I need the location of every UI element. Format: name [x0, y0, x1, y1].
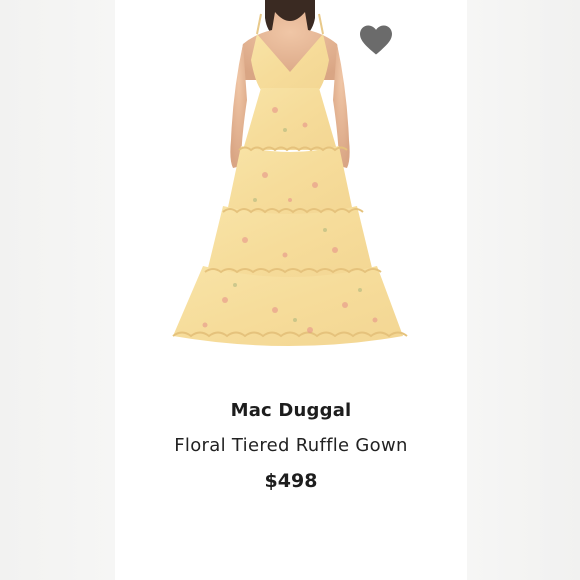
- product-card[interactable]: Mac Duggal Floral Tiered Ruffle Gown $49…: [115, 0, 467, 580]
- product-image[interactable]: [115, 0, 467, 360]
- left-backdrop: [0, 0, 115, 580]
- right-backdrop: [467, 0, 580, 580]
- product-price: $498: [264, 470, 318, 492]
- favorite-button[interactable]: [358, 24, 398, 60]
- product-info: Mac Duggal Floral Tiered Ruffle Gown $49…: [115, 400, 467, 492]
- heart-icon: [360, 25, 392, 55]
- product-title[interactable]: Floral Tiered Ruffle Gown: [115, 435, 467, 456]
- brand-name[interactable]: Mac Duggal: [115, 400, 467, 421]
- dress-photo: [172, 0, 408, 346]
